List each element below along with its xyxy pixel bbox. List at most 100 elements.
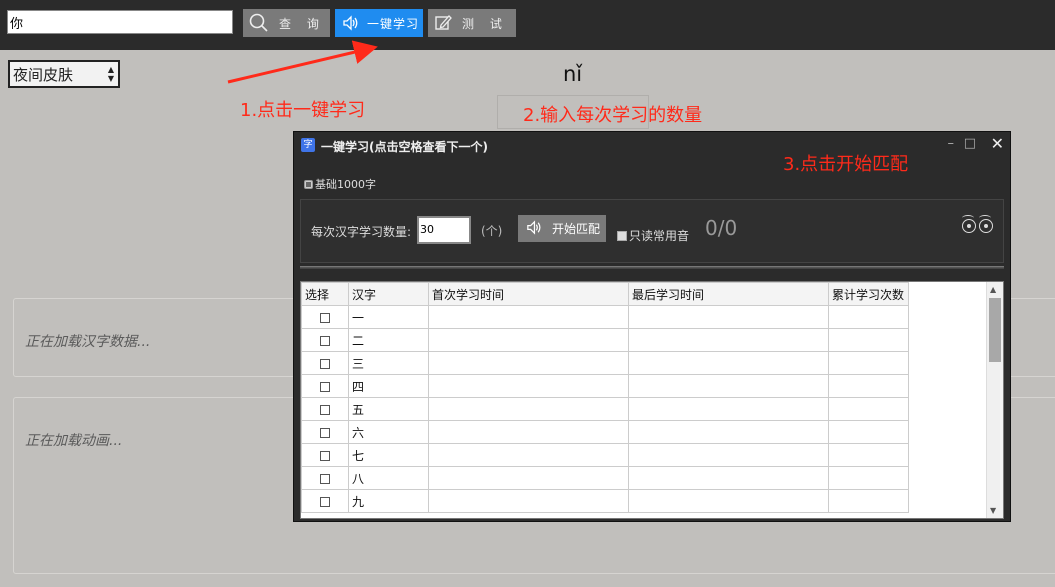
row-last-time [628, 351, 829, 375]
splitter[interactable] [300, 266, 1004, 269]
count-input[interactable]: 30 [417, 216, 471, 244]
row-count [828, 305, 909, 329]
row-count [828, 420, 909, 444]
unit-label: (个) [481, 224, 503, 238]
row-last-time [628, 328, 829, 352]
row-last-time [628, 374, 829, 398]
row-select-cell[interactable] [301, 489, 349, 513]
checkbox-indicator [617, 230, 627, 241]
row-first-time [428, 489, 629, 513]
annotation-step2: 2.输入每次学习的数量 [523, 105, 703, 126]
row-select-cell[interactable] [301, 374, 349, 398]
row-checkbox[interactable] [320, 496, 330, 507]
row-first-time [428, 443, 629, 467]
row-checkbox[interactable] [320, 381, 330, 392]
radio-indicator [304, 179, 313, 189]
eye-right-icon [979, 215, 993, 233]
row-count [828, 397, 909, 421]
row-select-cell[interactable] [301, 305, 349, 329]
set-radio-basic[interactable]: 基础1000字 [304, 176, 376, 192]
row-first-time [428, 374, 629, 398]
row-select-cell[interactable] [301, 420, 349, 444]
row-select-cell[interactable] [301, 397, 349, 421]
table-row[interactable]: 八 [301, 466, 909, 490]
table-row[interactable]: 五 [301, 397, 909, 421]
row-last-time [628, 466, 829, 490]
row-char: 六 [348, 420, 429, 444]
table-header-row: 选择 汉字 首次学习时间 最后学习时间 累计学习次数 [301, 282, 909, 306]
row-first-time [428, 397, 629, 421]
maximize-icon[interactable]: □ [964, 136, 976, 151]
col-count[interactable]: 累计学习次数 [828, 282, 909, 306]
table-row[interactable]: 四 [301, 374, 909, 398]
row-checkbox[interactable] [320, 358, 330, 369]
row-checkbox[interactable] [320, 427, 330, 438]
table-row[interactable]: 六 [301, 420, 909, 444]
row-last-time [628, 397, 829, 421]
row-char: 三 [348, 351, 429, 375]
col-char[interactable]: 汉字 [348, 282, 429, 306]
row-first-time [428, 420, 629, 444]
row-char: 五 [348, 397, 429, 421]
match-label: 开始匹配 [552, 222, 601, 236]
close-icon[interactable]: ✕ [991, 134, 1004, 153]
char-table: 选择 汉字 首次学习时间 最后学习时间 累计学习次数 一二三四五六七八九 [301, 282, 909, 513]
learn-table: 选择 汉字 首次学习时间 最后学习时间 累计学习次数 一二三四五六七八九 ▲ ▼ [300, 281, 1004, 519]
scroll-thumb[interactable] [989, 298, 1001, 362]
arrow-step1 [227, 40, 378, 84]
row-select-cell[interactable] [301, 466, 349, 490]
radio-label: 基础1000字 [315, 178, 376, 191]
col-last-time[interactable]: 最后学习时间 [628, 282, 829, 306]
row-checkbox[interactable] [320, 473, 330, 484]
scroll-down-icon[interactable]: ▼ [990, 506, 996, 515]
eyes-icon[interactable] [962, 215, 993, 233]
row-last-time [628, 489, 829, 513]
count-label: 每次汉字学习数量: [311, 225, 412, 239]
progress-counter: 0/0 [705, 216, 738, 240]
table-row[interactable]: 九 [301, 489, 909, 513]
col-first-time[interactable]: 首次学习时间 [428, 282, 629, 306]
learn-dialog: 字 一键学习(点击空格查看下一个) – □ ✕ 基础1000字 每次汉字学习数量… [293, 131, 1011, 522]
row-count [828, 489, 909, 513]
row-char: 七 [348, 443, 429, 467]
row-checkbox[interactable] [320, 404, 330, 415]
row-select-cell[interactable] [301, 351, 349, 375]
eye-left-icon [962, 215, 976, 233]
row-first-time [428, 305, 629, 329]
common-label: 只读常用音 [629, 229, 690, 243]
col-select[interactable]: 选择 [301, 282, 349, 306]
row-first-time [428, 466, 629, 490]
row-char: 二 [348, 328, 429, 352]
row-char: 一 [348, 305, 429, 329]
row-first-time [428, 351, 629, 375]
scroll-up-icon[interactable]: ▲ [990, 285, 996, 294]
dialog-title: 一键学习(点击空格查看下一个) [321, 140, 488, 154]
table-row[interactable]: 一 [301, 305, 909, 329]
minimize-icon[interactable]: – [948, 136, 955, 151]
row-char: 四 [348, 374, 429, 398]
table-row[interactable]: 三 [301, 351, 909, 375]
annotation-step1: 1.点击一键学习 [240, 100, 366, 121]
row-select-cell[interactable] [301, 328, 349, 352]
common-pronunciation-checkbox[interactable]: 只读常用音 [617, 227, 689, 244]
speaker-icon [525, 219, 542, 239]
row-checkbox[interactable] [320, 312, 330, 323]
row-last-time [628, 305, 829, 329]
row-count [828, 374, 909, 398]
table-row[interactable]: 七 [301, 443, 909, 467]
row-count [828, 328, 909, 352]
annotation-step3: 3.点击开始匹配 [783, 154, 909, 175]
row-char: 九 [348, 489, 429, 513]
row-checkbox[interactable] [320, 335, 330, 346]
row-count [828, 443, 909, 467]
table-row[interactable]: 二 [301, 328, 909, 352]
row-first-time [428, 328, 629, 352]
row-count [828, 466, 909, 490]
table-scrollbar[interactable]: ▲ ▼ [986, 282, 1003, 518]
row-count [828, 351, 909, 375]
control-bar: 每次汉字学习数量: 30 (个) 开始匹配 只读常用音 0/0 [300, 199, 1004, 263]
row-select-cell[interactable] [301, 443, 349, 467]
row-last-time [628, 443, 829, 467]
row-checkbox[interactable] [320, 450, 330, 461]
start-match-button[interactable]: 开始匹配 [518, 215, 606, 242]
